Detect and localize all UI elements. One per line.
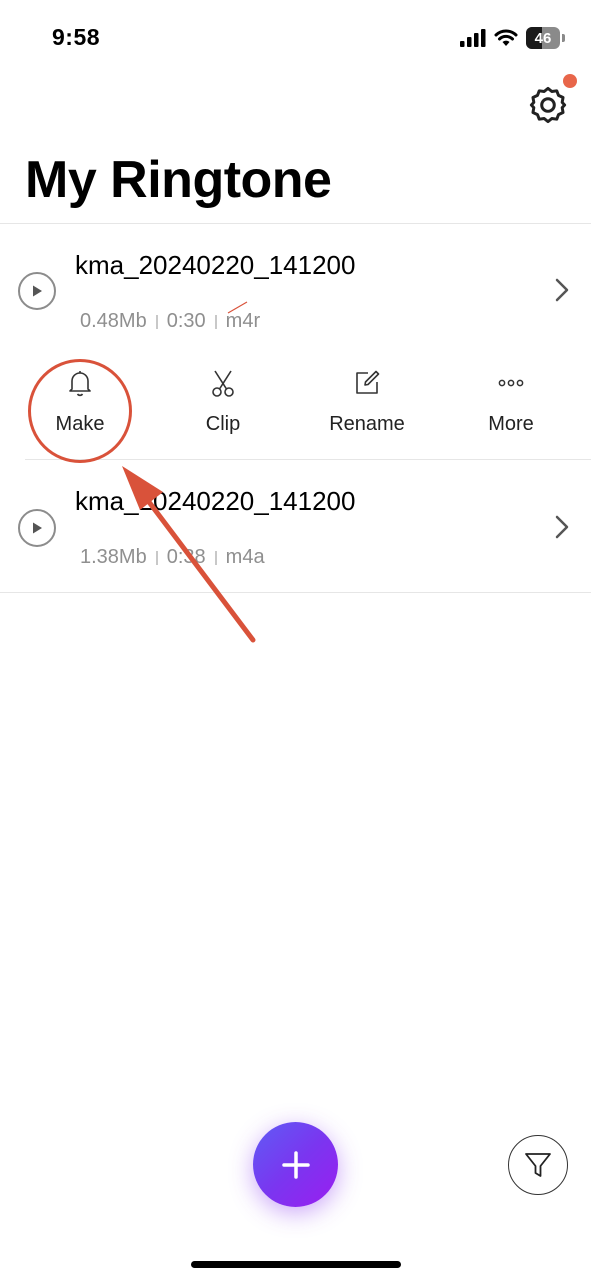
- home-indicator: [191, 1261, 401, 1268]
- filter-icon: [525, 1153, 551, 1177]
- add-ringtone-button[interactable]: [253, 1122, 338, 1207]
- annotation-arrow: [122, 301, 256, 643]
- screen: 9:58 46 My Ringtone kma_20240220_141200 …: [0, 0, 591, 1280]
- plus-icon: [281, 1150, 310, 1179]
- filter-button[interactable]: [508, 1135, 568, 1195]
